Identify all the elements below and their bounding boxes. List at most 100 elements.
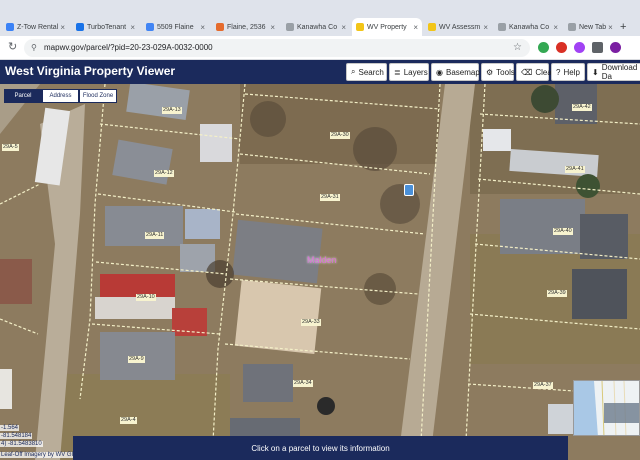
new-tab-button[interactable]: +	[616, 18, 630, 36]
tab-close-icon[interactable]: ×	[606, 23, 613, 32]
tool-label: Tools	[496, 67, 515, 77]
browser-tab[interactable]: 5509 Flaine ×	[142, 18, 209, 36]
tab-favicon-icon	[76, 23, 84, 31]
status-text: Click on a parcel to view its informatio…	[251, 443, 390, 453]
coordinate-readout: -1.564	[0, 425, 20, 431]
tool-help-button[interactable]: ? Help	[551, 63, 585, 81]
tool-search-button[interactable]: ⌕ Search	[346, 63, 387, 81]
status-bar: Click on a parcel to view its informatio…	[73, 436, 568, 460]
extensions-puzzle-icon[interactable]	[592, 42, 603, 53]
parcel-label[interactable]: 29A-34	[293, 380, 313, 387]
extension-icon[interactable]	[538, 42, 549, 53]
tab-close-icon[interactable]: ×	[551, 23, 558, 32]
extension-icon[interactable]	[574, 42, 585, 53]
app-header: West Virginia Property Viewer ⌕ Search ≣ La…	[0, 60, 640, 84]
parcel-label[interactable]: 29A-13	[162, 107, 182, 114]
browser-tab-bar: Z-Tow Rental × TurboTenant × 5509 Flaine × Fla…	[0, 0, 640, 36]
overview-minimap[interactable]	[573, 380, 640, 436]
browser-tab[interactable]: Kanawha Co ×	[494, 18, 562, 36]
tool-basemap-button[interactable]: ◉ Basemap	[431, 63, 480, 81]
tab-favicon-icon	[6, 23, 14, 31]
url-field[interactable]: ⚲ mapwv.gov/parcel/?pid=20-23-029A-0032-…	[24, 39, 530, 57]
tab-label: Kanawha Co	[297, 23, 338, 31]
tool-clear-button[interactable]: ⌫ Clear	[516, 63, 554, 81]
search-mode-address[interactable]: Address	[42, 89, 79, 103]
parcel-label[interactable]: 29A-40	[553, 228, 573, 235]
search-mode-parcel[interactable]: Parcel	[4, 89, 42, 103]
browser-tab[interactable]: Flaine, 2536 ×	[212, 18, 279, 36]
help-icon: ?	[556, 67, 561, 77]
imagery-attribution: Leaf-Off Imagery by WV GIS	[0, 452, 79, 458]
gear-icon: ⚙	[486, 67, 494, 77]
tool-layers-button[interactable]: ≣ Layers	[389, 63, 429, 81]
tab-close-icon[interactable]: ×	[58, 23, 65, 32]
download-icon: ⬇	[592, 67, 599, 77]
bookmark-star-icon[interactable]: ☆	[513, 39, 522, 57]
tab-label: New Tab	[579, 23, 607, 31]
layers-icon: ≣	[394, 67, 401, 77]
parcel-label[interactable]: 29A-41	[565, 166, 585, 173]
parcel-label[interactable]: 29A-33	[301, 319, 321, 326]
aerial-imagery	[0, 84, 640, 460]
basemap-icon: ◉	[436, 67, 443, 77]
tab-favicon-icon	[568, 23, 576, 31]
parcel-label[interactable]: 29A-31	[320, 194, 340, 201]
tab-close-icon[interactable]: ×	[481, 23, 488, 32]
browser-tab[interactable]: New Tab ×	[564, 18, 614, 36]
search-icon: ⌕	[351, 67, 356, 76]
place-label-malden: Malden	[307, 255, 337, 265]
tool-label: Basemap	[445, 67, 480, 77]
browser-tab[interactable]: WV Property ×	[352, 18, 422, 36]
tab-label: 5509 Flaine	[157, 23, 194, 31]
location-marker-icon[interactable]	[404, 184, 414, 196]
site-info-icon[interactable]: ⚲	[31, 39, 37, 57]
tool-label: Search	[358, 67, 384, 77]
parcel-label[interactable]: 29A-37	[533, 382, 553, 389]
url-text: mapwv.gov/parcel/?pid=20-23-029A-0032-00…	[44, 43, 213, 52]
tab-favicon-icon	[356, 23, 364, 31]
tab-close-icon[interactable]: ×	[268, 23, 275, 32]
tab-label: WV Property	[367, 23, 407, 31]
tool-download-button[interactable]: ⬇ Download Da	[587, 63, 640, 81]
tool-tools-button[interactable]: ⚙ Tools	[481, 63, 515, 81]
tab-close-icon[interactable]: ×	[198, 23, 205, 32]
tool-label: Download Da	[601, 63, 638, 81]
parcel-label[interactable]: 29A-30	[330, 132, 350, 139]
browser-address-bar: ↻ ⚲ mapwv.gov/parcel/?pid=20-23-029A-003…	[0, 36, 640, 60]
tab-close-icon[interactable]: ×	[339, 23, 346, 32]
tab-favicon-icon	[498, 23, 506, 31]
parcel-label[interactable]: 29A-5	[2, 144, 19, 151]
tab-favicon-icon	[428, 23, 436, 31]
tab-label: Flaine, 2536	[227, 23, 266, 31]
tab-favicon-icon	[286, 23, 294, 31]
parcel-label[interactable]: 29A-39	[547, 290, 567, 297]
tab-label: Kanawha Co	[509, 23, 550, 31]
minimap-graphic	[574, 381, 639, 435]
clear-icon: ⌫	[521, 67, 533, 77]
tool-label: Layers	[403, 67, 428, 77]
tab-label: TurboTenant	[87, 23, 127, 31]
map-view[interactable]: 29A-13 29A-30 29A-5 29A-12 29A-31 29A-11 29A-1…	[0, 84, 640, 460]
tab-label: Z-Tow Rental	[17, 23, 59, 31]
browser-tab[interactable]: Z-Tow Rental ×	[2, 18, 69, 36]
profile-avatar[interactable]	[610, 42, 621, 53]
coordinate-readout: -81.548184	[0, 433, 33, 439]
app-title: West Virginia Property Viewer	[5, 64, 176, 78]
parcel-label[interactable]: 29A-4	[120, 417, 137, 424]
tool-label: Help	[563, 67, 580, 77]
browser-tab[interactable]: Kanawha Co ×	[282, 18, 350, 36]
reload-icon[interactable]: ↻	[8, 40, 17, 53]
parcel-label[interactable]: 29A-9	[128, 356, 145, 363]
search-mode-flood-zone[interactable]: Flood Zone	[79, 89, 117, 103]
tab-label: WV Assessm	[439, 23, 481, 31]
parcel-label[interactable]: 29A-11	[145, 232, 165, 239]
parcel-label[interactable]: 29A-12	[154, 170, 174, 177]
parcel-label[interactable]: 29A-10	[136, 294, 156, 301]
browser-tab[interactable]: WV Assessm ×	[424, 18, 492, 36]
extension-icon[interactable]	[556, 42, 567, 53]
parcel-label[interactable]: 29A-42	[572, 104, 592, 111]
tab-close-icon[interactable]: ×	[411, 23, 418, 32]
tab-favicon-icon	[216, 23, 224, 31]
tab-close-icon[interactable]: ×	[128, 23, 135, 32]
browser-tab[interactable]: TurboTenant ×	[72, 18, 139, 36]
